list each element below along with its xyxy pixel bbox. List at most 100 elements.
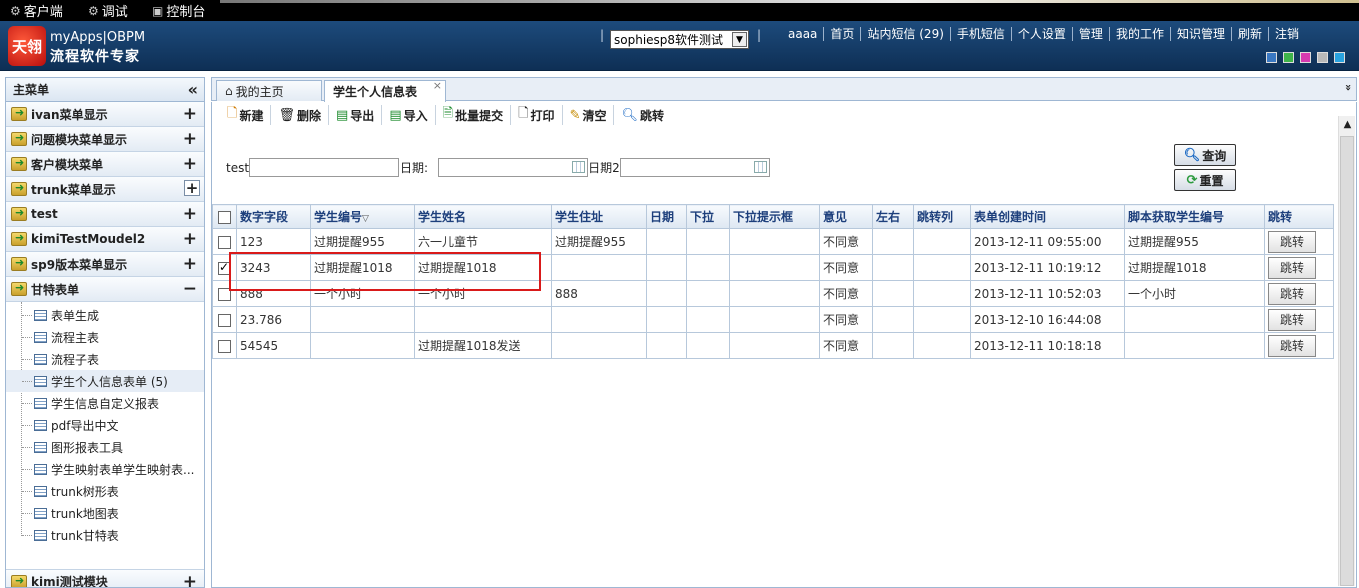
- collapse-icon[interactable]: «: [188, 80, 198, 99]
- expand-icon[interactable]: +: [184, 179, 200, 197]
- column-header[interactable]: 学生姓名: [414, 204, 552, 229]
- nav-home[interactable]: 首页: [823, 27, 860, 41]
- column-header[interactable]: 跳转列: [913, 204, 971, 229]
- nav-logout[interactable]: 注销: [1267, 27, 1305, 41]
- table-row[interactable]: 123 过期提醒955 六一儿童节 过期提醒955 不同意 2013-12-11 09:5…: [212, 228, 1334, 255]
- theme-swatch-green[interactable]: [1283, 52, 1294, 63]
- theme-swatch-cyan[interactable]: [1334, 52, 1345, 63]
- sidebar-item-flow-sub[interactable]: 流程子表: [6, 348, 204, 370]
- theme-swatch-blue[interactable]: [1266, 52, 1277, 63]
- nav-admin[interactable]: 管理: [1071, 27, 1109, 41]
- column-header[interactable]: 学生住址: [551, 204, 647, 229]
- column-header[interactable]: 下拉: [686, 204, 730, 229]
- nav-settings[interactable]: 个人设置: [1010, 27, 1072, 41]
- column-header[interactable]: 数字字段: [236, 204, 311, 229]
- row-checkbox[interactable]: [218, 235, 231, 249]
- row-checkbox[interactable]: [218, 260, 231, 275]
- sidebar-item-trunk-map[interactable]: trunk地图表: [6, 502, 204, 524]
- theme-swatch-gray[interactable]: [1317, 52, 1328, 63]
- query-button[interactable]: 🔍︎ 查询: [1174, 144, 1236, 166]
- nav-refresh[interactable]: 刷新: [1230, 27, 1268, 41]
- print-button[interactable]: 🗋 打印: [511, 105, 563, 125]
- column-header[interactable]: 学生编号▽: [310, 204, 415, 229]
- column-header[interactable]: 意见: [819, 204, 873, 229]
- row-jump-button[interactable]: 跳转: [1268, 334, 1316, 357]
- calendar-icon[interactable]: [572, 161, 586, 173]
- sidebar-item-trunk-gantt[interactable]: trunk甘特表: [6, 524, 204, 546]
- column-header[interactable]: 脚本获取学生编号: [1124, 204, 1265, 229]
- column-header[interactable]: 表单创建时间: [970, 204, 1125, 229]
- import-button[interactable]: ▤ 导入: [382, 105, 436, 125]
- column-header[interactable]: 下拉提示框: [729, 204, 820, 229]
- expand-icon[interactable]: +: [183, 129, 197, 149]
- menu-group-kimi-test-moudel2[interactable]: kimiTestMoudel2+: [6, 227, 204, 252]
- nav-sms[interactable]: 手机短信: [949, 27, 1011, 41]
- sidebar-item-flow-main[interactable]: 流程主表: [6, 326, 204, 348]
- column-header[interactable]: 跳转: [1264, 204, 1334, 229]
- theme-swatch-pink[interactable]: [1300, 52, 1311, 63]
- console-button[interactable]: ▣ 控制台: [152, 2, 205, 21]
- client-button[interactable]: ⚙ 客户端: [10, 2, 63, 21]
- sidebar-item-trunk-tree[interactable]: trunk树形表: [6, 480, 204, 502]
- expand-icon[interactable]: +: [183, 254, 197, 274]
- select-all-checkbox[interactable]: [218, 210, 231, 224]
- calendar-icon[interactable]: [753, 161, 767, 173]
- delete-button[interactable]: 🗑 删除: [271, 105, 329, 125]
- expand-icon[interactable]: +: [183, 572, 197, 587]
- sidebar-item-student-info[interactable]: 学生个人信息表单 (5): [6, 370, 204, 392]
- vertical-scrollbar[interactable]: ▲: [1338, 116, 1355, 586]
- row-checkbox[interactable]: [218, 339, 231, 353]
- sidebar-item-pdf-export[interactable]: pdf导出中文: [6, 414, 204, 436]
- row-checkbox[interactable]: [218, 313, 231, 327]
- menu-group-issue[interactable]: 问题模块菜单显示+: [6, 127, 204, 152]
- row-jump-button[interactable]: 跳转: [1268, 308, 1316, 331]
- menu-group-gantt[interactable]: 甘特表单−: [6, 277, 204, 302]
- test-input[interactable]: [249, 158, 400, 177]
- menu-group-ivan[interactable]: ivan菜单显示+: [6, 102, 204, 127]
- sidebar-item-student-report[interactable]: 学生信息自定义报表: [6, 392, 204, 414]
- close-icon[interactable]: ×: [433, 79, 442, 92]
- nav-my-work[interactable]: 我的工作: [1108, 27, 1170, 41]
- table-row[interactable]: 54545 过期提醒1018发送 不同意 2013-12-11 10:18:18 跳转: [212, 332, 1334, 359]
- sidebar-item-form-generate[interactable]: 表单生成: [6, 304, 204, 326]
- tab-my-home[interactable]: ⌂ 我的主页: [216, 80, 322, 101]
- table-row[interactable]: 3243过期提醒1018过期提醒1018不同意2013-12-11 10:19:…: [212, 254, 1334, 281]
- sidebar-item-student-mapping[interactable]: 学生映射表单学生映射表...: [6, 458, 204, 480]
- expand-icon[interactable]: +: [183, 229, 197, 249]
- expand-icon[interactable]: +: [183, 104, 197, 124]
- sidebar-item-chart-tool[interactable]: 图形报表工具: [6, 436, 204, 458]
- clear-button[interactable]: ✎ 清空: [563, 105, 615, 125]
- jump-button[interactable]: 🔍︎ 跳转: [614, 105, 671, 125]
- row-jump-button[interactable]: 跳转: [1268, 282, 1316, 305]
- column-header[interactable]: 日期: [646, 204, 687, 229]
- chevron-down-icon[interactable]: »: [1342, 84, 1355, 91]
- expand-icon[interactable]: +: [183, 154, 197, 174]
- batch-submit-button[interactable]: 🗎 批量提交: [436, 105, 512, 125]
- nav-messages[interactable]: 站内短信 (29): [860, 27, 949, 41]
- nav-knowledge[interactable]: 知识管理: [1169, 27, 1231, 41]
- debug-button[interactable]: ⚙ 调试: [88, 2, 128, 21]
- menu-group-sp9[interactable]: sp9版本菜单显示+: [6, 252, 204, 277]
- table-row[interactable]: 23.786 不同意 2013-12-10 16:44:08 跳转: [212, 306, 1334, 333]
- date2-input[interactable]: [619, 158, 770, 177]
- domain-select[interactable]: sophiesp8软件测试 ▼: [610, 30, 749, 49]
- reset-button[interactable]: ⟳ 重置: [1174, 169, 1236, 191]
- column-header[interactable]: 左右: [872, 204, 914, 229]
- scroll-thumb[interactable]: [1340, 136, 1354, 586]
- collapse-icon[interactable]: −: [183, 279, 197, 299]
- table-row[interactable]: 888 一个小时 一个小时 888 不同意 2013-12-11 10:52:03 一个小时…: [212, 280, 1334, 307]
- menu-group-customer[interactable]: 客户模块菜单+: [6, 152, 204, 177]
- new-button[interactable]: 🗋 新建: [220, 105, 272, 125]
- menu-group-trunk[interactable]: trunk菜单显示+: [6, 177, 204, 202]
- tab-student-info[interactable]: 学生个人信息表 ×: [324, 79, 446, 102]
- row-jump-button[interactable]: 跳转: [1268, 230, 1316, 253]
- expand-icon[interactable]: +: [183, 204, 197, 224]
- nav-user[interactable]: aaaa: [782, 27, 823, 41]
- menu-group-kimi-test[interactable]: kimi测试模块+: [6, 569, 204, 587]
- menu-group-test[interactable]: test+: [6, 202, 204, 227]
- row-jump-button[interactable]: 跳转: [1268, 256, 1316, 279]
- scroll-up-icon[interactable]: ▲: [1339, 116, 1356, 133]
- row-checkbox[interactable]: [218, 287, 231, 301]
- date-input[interactable]: [438, 158, 589, 177]
- export-button[interactable]: ▤ 导出: [329, 105, 383, 125]
